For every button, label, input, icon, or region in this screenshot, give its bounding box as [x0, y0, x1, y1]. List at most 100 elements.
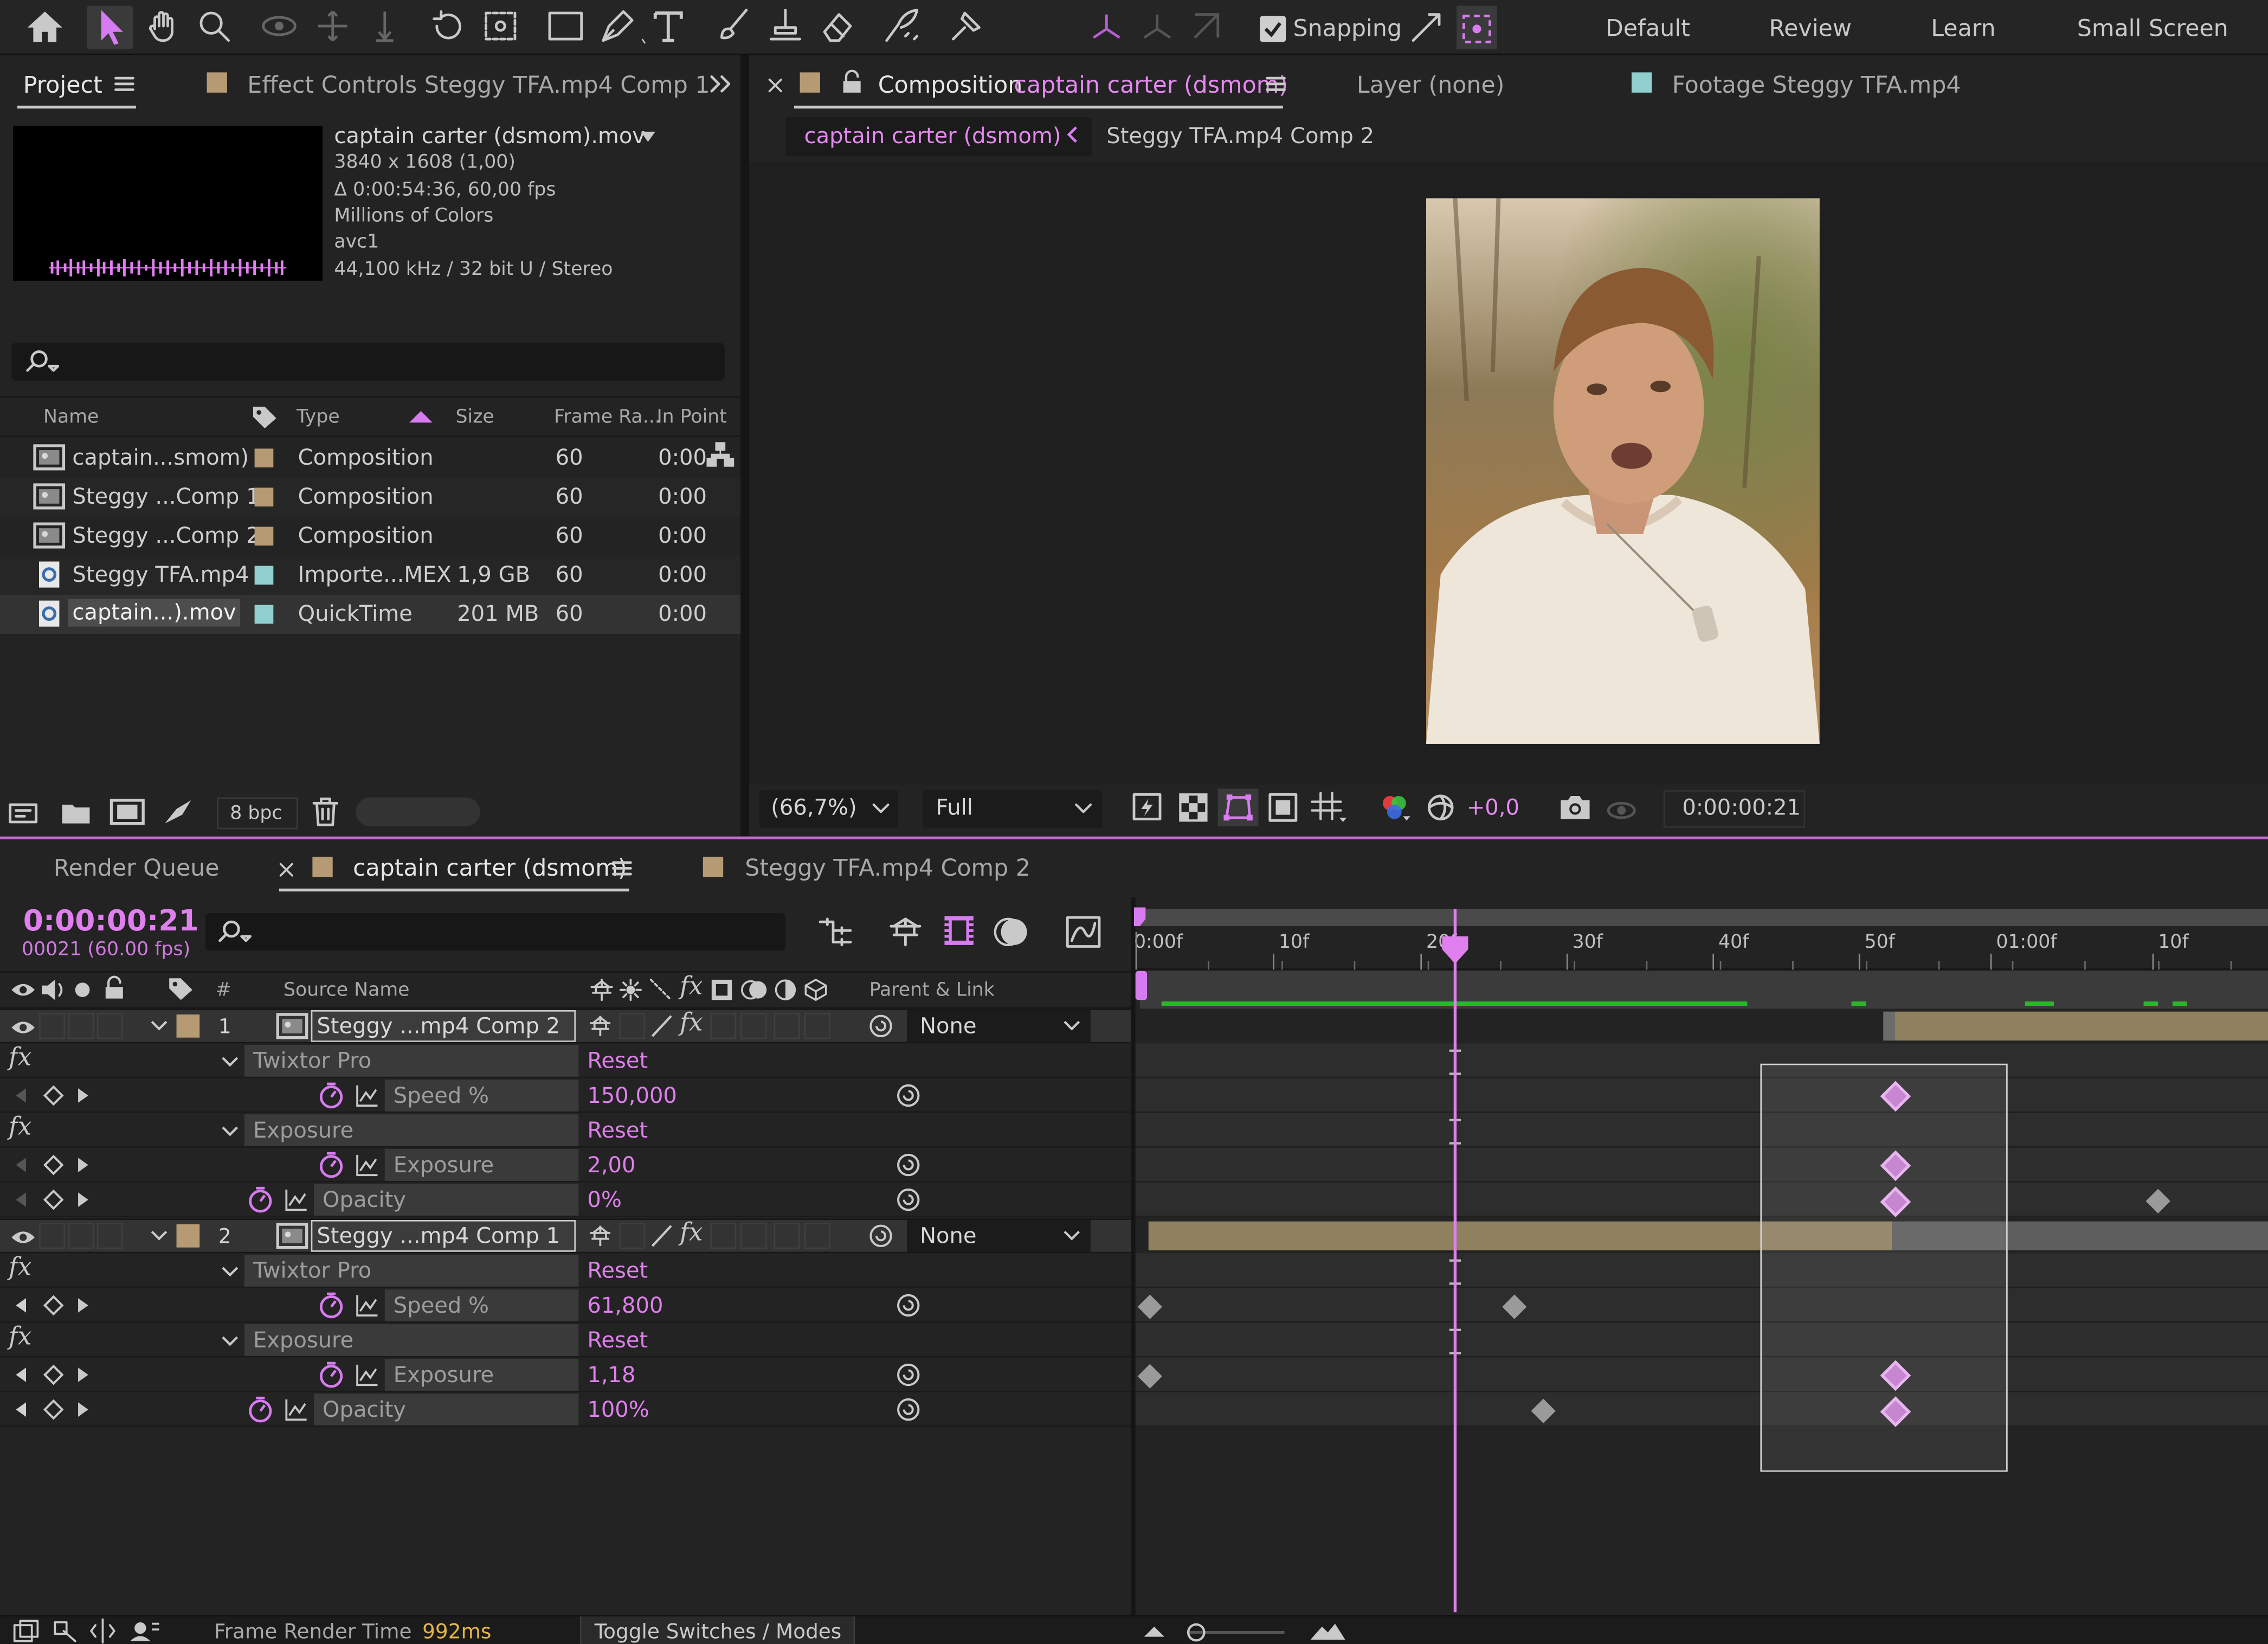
graph-icon[interactable] — [356, 1153, 379, 1177]
shy-switch-icon[interactable] — [587, 1014, 613, 1038]
project-item-name[interactable]: Steggy TFA.mp4 — [72, 564, 249, 586]
chevron-down-icon[interactable] — [221, 1335, 239, 1347]
col-name[interactable]: Name — [43, 408, 99, 427]
project-settings-icon[interactable] — [162, 798, 194, 826]
graph-editor-icon[interactable] — [1066, 915, 1101, 949]
previous-keyframe-icon[interactable] — [13, 1087, 28, 1104]
thumbnail-size-slider[interactable] — [356, 797, 480, 827]
fast-previews-icon[interactable] — [1132, 793, 1164, 822]
expression-pick-whip-icon[interactable] — [895, 1362, 922, 1388]
next-keyframe-icon[interactable] — [76, 1366, 91, 1384]
stopwatch-icon[interactable] — [318, 1081, 344, 1110]
effect-reset-link[interactable]: Reset — [587, 1329, 648, 1352]
motion-blur-icon[interactable] — [994, 915, 1030, 949]
tab-composition-prefix[interactable]: Composition — [878, 73, 1023, 97]
property-name[interactable]: Opacity — [314, 1184, 579, 1216]
switch-slot[interactable] — [740, 1223, 767, 1249]
label-tag-icon[interactable] — [252, 405, 278, 429]
chevron-down-icon[interactable] — [221, 1126, 239, 1137]
dolly-camera-icon[interactable] — [368, 9, 402, 43]
tab-render-queue[interactable]: Render Queue — [54, 856, 220, 880]
snap-feature-icon[interactable] — [1461, 13, 1493, 45]
col-in-point[interactable]: In Point — [656, 408, 726, 427]
puppet-pin-tool-icon[interactable] — [948, 7, 985, 44]
switch-slot[interactable] — [619, 1013, 646, 1039]
snap-edges-icon[interactable] — [1409, 10, 1444, 45]
frame-blending-icon[interactable] — [943, 913, 975, 948]
draft-3d-icon[interactable] — [887, 915, 924, 949]
switch-slot[interactable] — [740, 1013, 767, 1039]
viewer-timecode[interactable]: 0:00:00:21 — [1682, 797, 1801, 819]
col-source-name[interactable]: Source Name — [284, 981, 410, 1000]
eraser-tool-icon[interactable] — [819, 9, 856, 43]
add-keyframe-icon[interactable] — [43, 1364, 64, 1385]
effects-switch-icon[interactable]: fx — [680, 1011, 703, 1036]
quality-switch-icon[interactable] — [649, 1014, 675, 1038]
label-color-swatch[interactable] — [254, 566, 274, 585]
chevron-down-icon[interactable] — [151, 1230, 168, 1242]
switch-slot[interactable] — [804, 1223, 830, 1249]
previous-keyframe-icon[interactable] — [13, 1157, 28, 1174]
exposure-value[interactable]: +0,0 — [1467, 797, 1519, 819]
next-keyframe-icon[interactable] — [76, 1087, 91, 1104]
tab-effect-controls[interactable]: Effect Controls Steggy TFA.mp4 Comp 1 — [247, 73, 710, 97]
previous-keyframe-icon[interactable] — [13, 1296, 28, 1314]
stopwatch-icon[interactable] — [318, 1291, 344, 1320]
work-area-start-handle[interactable] — [1135, 971, 1148, 1000]
switch-slot[interactable] — [39, 1013, 66, 1039]
timeline-search-input[interactable] — [205, 913, 785, 951]
effect-reset-link[interactable]: Reset — [587, 1260, 648, 1282]
rotate-tool-icon[interactable] — [430, 9, 465, 43]
next-keyframe-icon[interactable] — [76, 1296, 91, 1314]
tab-composition-name[interactable]: captain carter (dsmom) — [1014, 73, 1288, 97]
expression-pick-whip-icon[interactable] — [895, 1187, 922, 1213]
transparency-grid-icon[interactable] — [1179, 793, 1208, 822]
add-keyframe-icon[interactable] — [43, 1085, 64, 1106]
switch-3d-icon[interactable] — [804, 978, 828, 1001]
workspace-learn[interactable]: Learn — [1931, 17, 1995, 41]
project-search-input[interactable] — [11, 343, 725, 381]
switch-quality-icon[interactable] — [649, 978, 673, 1001]
axis-world-icon[interactable] — [1138, 9, 1176, 43]
navigator-start-handle[interactable] — [1134, 907, 1149, 927]
chevron-down-icon[interactable] — [151, 1020, 168, 1032]
switch-slot[interactable] — [68, 1223, 94, 1249]
shy-switch-icon[interactable] — [587, 1224, 613, 1248]
in-out-toggle-icon[interactable] — [89, 1618, 115, 1644]
new-composition-icon[interactable] — [109, 798, 145, 826]
label-color-swatch[interactable] — [254, 605, 274, 624]
magnification-value[interactable]: (66,7%) — [771, 797, 856, 819]
label-color-swatch[interactable] — [254, 448, 274, 468]
property-value[interactable]: 150,000 — [587, 1084, 677, 1107]
chevron-down-icon[interactable] — [641, 131, 655, 143]
show-snapshot-icon[interactable] — [1606, 793, 1638, 822]
col-type[interactable]: Type — [297, 408, 340, 427]
effect-name[interactable]: Twixtor Pro — [244, 1255, 579, 1287]
orbit-camera-icon[interactable] — [260, 9, 298, 43]
composition-frame[interactable] — [1426, 198, 1820, 744]
roto-brush-tool-icon[interactable] — [882, 7, 923, 44]
switch-slot[interactable] — [619, 1223, 646, 1249]
property-name[interactable]: Speed % — [384, 1289, 579, 1321]
rectangle-tool-icon[interactable] — [547, 10, 584, 42]
panel-menu-icon[interactable] — [114, 75, 134, 93]
parent-value[interactable]: None — [920, 1015, 976, 1038]
panel-overflow-icon[interactable] — [709, 75, 732, 93]
stopwatch-icon[interactable] — [247, 1185, 273, 1214]
effect-fx-icon[interactable]: fx — [9, 1255, 31, 1281]
stopwatch-icon[interactable] — [318, 1151, 344, 1179]
expression-pick-whip-icon[interactable] — [895, 1082, 922, 1108]
switch-slot[interactable] — [96, 1223, 123, 1249]
switch-slot[interactable] — [96, 1013, 123, 1039]
brush-tool-icon[interactable] — [716, 7, 751, 44]
mask-path-visibility-icon[interactable] — [1223, 793, 1253, 822]
property-value[interactable]: 0% — [587, 1189, 621, 1211]
selection-tool-icon[interactable] — [98, 9, 130, 46]
workspace-small-screen[interactable]: Small Screen — [2077, 17, 2228, 41]
switch-adjustment-icon[interactable] — [774, 978, 797, 1001]
previous-keyframe-icon[interactable] — [13, 1366, 28, 1384]
property-name[interactable]: Exposure — [384, 1359, 579, 1391]
flowchart-icon[interactable] — [706, 441, 734, 467]
pen-tool-icon[interactable] — [599, 7, 646, 44]
switch-motion-blur-icon[interactable] — [740, 978, 769, 1001]
